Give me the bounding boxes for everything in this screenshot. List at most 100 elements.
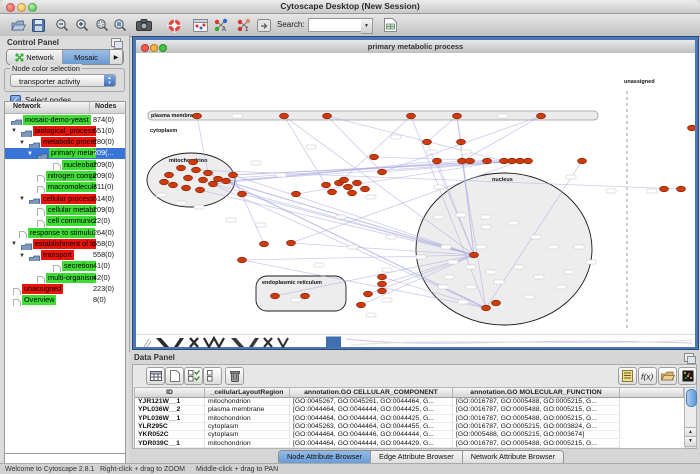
- table-column-header[interactable]: ID: [135, 388, 205, 398]
- graph-node[interactable]: [458, 158, 467, 164]
- graph-node[interactable]: [199, 177, 208, 183]
- graph-node[interactable]: [204, 170, 213, 176]
- network-frame-titlebar[interactable]: primary metabolic process: [136, 40, 695, 54]
- table-cell[interactable]: [GO:0045267, GO:0045261, GO:0044464, G..…: [290, 398, 453, 406]
- tree-row[interactable]: ▼cellular process614(0): [5, 193, 125, 204]
- load-attributes-icon[interactable]: [658, 367, 677, 385]
- search-dropdown-button[interactable]: ▼: [361, 18, 373, 34]
- table-cell[interactable]: YPL036W__2: [135, 406, 205, 414]
- tree-row[interactable]: ▼transport558(0): [5, 250, 125, 261]
- table-cell[interactable]: [GO:0005488, GO:0005215, GO:0003674]: [453, 431, 620, 439]
- tree-expand-icon[interactable]: ▼: [27, 150, 33, 158]
- tree-expand-icon[interactable]: ▼: [19, 252, 25, 260]
- tree-row[interactable]: cell communicat22(0): [5, 216, 125, 227]
- graph-node[interactable]: [287, 240, 296, 246]
- graph-node[interactable]: [537, 113, 546, 119]
- table-cell[interactable]: mitochondrion: [205, 440, 290, 448]
- table-column-header[interactable]: annotation.GO CELLULAR_COMPONENT: [290, 388, 453, 398]
- tree-row-label[interactable]: Overview: [22, 295, 56, 305]
- annotation-icon[interactable]: [255, 16, 273, 34]
- graph-node[interactable]: [407, 113, 416, 119]
- graph-node[interactable]: [340, 177, 349, 183]
- graph-node[interactable]: [165, 172, 174, 178]
- search-input[interactable]: [308, 18, 366, 32]
- graph-node[interactable]: [344, 184, 353, 190]
- formula-icon[interactable]: f(x): [638, 367, 657, 385]
- graph-node[interactable]: [169, 182, 178, 188]
- table-column-header[interactable]: _cellularLayoutRegion: [205, 388, 290, 398]
- zoom-fit-icon[interactable]: [111, 16, 129, 34]
- tree-row-label[interactable]: biological_process: [33, 126, 96, 136]
- tree-row[interactable]: mosaic-demo-yeast874(0): [5, 114, 125, 125]
- table-cell[interactable]: mitochondrion: [205, 398, 290, 406]
- matrix-icon[interactable]: [678, 367, 697, 385]
- tree-row-label[interactable]: metabolic process: [41, 137, 96, 147]
- graph-node[interactable]: [196, 187, 205, 193]
- graph-node[interactable]: [222, 178, 231, 184]
- tree-row-label[interactable]: secretion: [62, 261, 96, 271]
- tree-row[interactable]: ▼biological_process651(0): [5, 125, 125, 136]
- graph-node[interactable]: [357, 302, 366, 308]
- table-cell[interactable]: YJR121W__1: [135, 398, 205, 406]
- graph-node[interactable]: [292, 191, 301, 197]
- table-cell[interactable]: [GO:0016787, GO:0005488, GO:0005215, G..…: [453, 415, 620, 423]
- table-scrollbar[interactable]: ▲ ▼: [684, 387, 697, 447]
- tree-row-label[interactable]: primary metabol: [49, 148, 96, 158]
- table-cell[interactable]: YKR052C: [135, 431, 205, 439]
- table-cell[interactable]: [GO:0044464, GO:0044446, GO:0044444, G..…: [290, 431, 453, 439]
- table-cell[interactable]: YPL036W__1: [135, 415, 205, 423]
- save-session-icon[interactable]: [29, 16, 47, 34]
- graph-node[interactable]: [209, 181, 218, 187]
- tree-row-label[interactable]: nucleobase-c: [62, 160, 96, 170]
- table-cell[interactable]: YDR039C__1: [135, 440, 205, 448]
- graph-node[interactable]: [271, 293, 280, 299]
- tree-row-label[interactable]: establishment of lo: [33, 239, 96, 249]
- tree-row[interactable]: Overview8(0): [5, 295, 125, 306]
- tree-row[interactable]: ▼primary metabol209(...: [5, 148, 125, 159]
- graph-node[interactable]: [677, 186, 686, 192]
- table-cell[interactable]: mitochondrion: [205, 415, 290, 423]
- new-attribute-icon[interactable]: [165, 367, 184, 385]
- table-cell[interactable]: [GO:0016787, GO:0005488, GO:0005215, G..…: [453, 440, 620, 448]
- graph-node[interactable]: [353, 180, 362, 186]
- graph-node[interactable]: [378, 281, 387, 287]
- attribute-grid-icon[interactable]: [146, 367, 165, 385]
- tree-row-label[interactable]: multi-organism pro: [46, 273, 96, 283]
- graph-node[interactable]: [457, 139, 466, 145]
- graph-node[interactable]: [688, 125, 696, 131]
- tree-row-label[interactable]: transport: [41, 250, 74, 260]
- table-cell[interactable]: [GO:0045263, GO:0044464, GO:0044455, G..…: [290, 423, 453, 431]
- graph-node[interactable]: [160, 179, 169, 185]
- graph-node[interactable]: [192, 167, 201, 173]
- graph-node[interactable]: [193, 113, 202, 119]
- graph-node[interactable]: [328, 189, 337, 195]
- unselect-attributes-icon[interactable]: [203, 367, 222, 385]
- tab-overflow-arrow[interactable]: ▶: [110, 50, 123, 64]
- zoom-out-icon[interactable]: [53, 16, 71, 34]
- graph-node[interactable]: [378, 288, 387, 294]
- node-color-dropdown[interactable]: transporter activity ▲▼: [10, 74, 116, 87]
- tree-row[interactable]: macromolecule311(0): [5, 182, 125, 193]
- filter-icon[interactable]: 1: [235, 16, 253, 34]
- graph-edge[interactable]: [327, 116, 382, 172]
- table-cell[interactable]: plasma membrane: [205, 406, 290, 414]
- tree-expand-icon[interactable]: ▼: [11, 127, 17, 135]
- tree-row-label[interactable]: mosaic-demo-yeast: [23, 115, 91, 125]
- graph-node[interactable]: [453, 113, 462, 119]
- graph-node[interactable]: [177, 165, 186, 171]
- zoom-in-icon[interactable]: [73, 16, 91, 34]
- table-cell[interactable]: cytoplasm: [205, 431, 290, 439]
- graph-node[interactable]: [361, 186, 370, 192]
- table-cell[interactable]: [GO:0016787, GO:0005215, GO:0003824, G..…: [453, 423, 620, 431]
- graph-node[interactable]: [238, 191, 247, 197]
- graph-node[interactable]: [348, 190, 357, 196]
- tree-row-label[interactable]: cellular metabol: [46, 205, 96, 215]
- graph-node[interactable]: [214, 176, 223, 182]
- attribute-browser-icon[interactable]: [191, 16, 209, 34]
- float-panel-icon[interactable]: [111, 38, 121, 47]
- tree-row-label[interactable]: nitrogen compo: [46, 171, 96, 181]
- scrollbar-thumb[interactable]: [686, 389, 697, 407]
- graph-node[interactable]: [323, 113, 332, 119]
- open-file-icon[interactable]: [9, 16, 27, 34]
- graph-node[interactable]: [524, 158, 533, 164]
